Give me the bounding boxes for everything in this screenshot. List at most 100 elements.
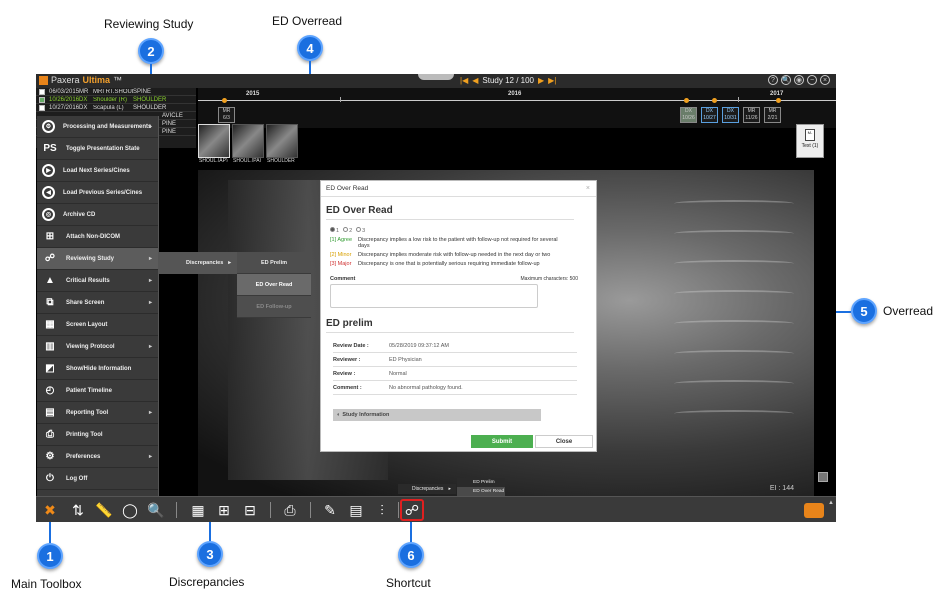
- shortcut-discrepancies-item[interactable]: Discrepancies ▸: [398, 484, 456, 494]
- report-edit-icon[interactable]: ✎: [320, 500, 340, 520]
- series-thumbnail[interactable]: SHOULDER: [266, 124, 298, 164]
- close-button[interactable]: Close: [535, 435, 593, 448]
- menu-item-preferences[interactable]: ⚙ Preferences ▸: [37, 446, 158, 468]
- severity-tag: [3] Major: [330, 261, 352, 267]
- main-toolbox-icon[interactable]: ✖: [40, 500, 60, 520]
- rib-shadow: [674, 350, 794, 357]
- drawer-handle[interactable]: [418, 74, 454, 80]
- prev-study-icon[interactable]: ◀: [472, 76, 478, 85]
- callout-badge-3: 3: [197, 541, 223, 567]
- menu-item-share-screen[interactable]: ⧉ Share Screen ▸: [37, 292, 158, 314]
- first-study-icon[interactable]: |◀: [460, 76, 468, 85]
- close-icon[interactable]: ×: [820, 75, 830, 85]
- ruler-icon[interactable]: 📏: [94, 500, 114, 520]
- menu-item-critical-results[interactable]: ▲ Critical Results ▸: [37, 270, 158, 292]
- card-modality: DX: [727, 108, 734, 114]
- timeline-study-card[interactable]: DX 10/26: [680, 107, 697, 123]
- study-checkbox[interactable]: [39, 104, 45, 111]
- timeline-year: 2015: [246, 91, 260, 97]
- study-checkbox[interactable]: [39, 88, 45, 95]
- menu-item-toggle-presentation-state[interactable]: PS Toggle Presentation State: [37, 138, 158, 160]
- next-study-icon[interactable]: ▶: [538, 76, 544, 85]
- menu-item-ed-prelim[interactable]: ED Prelim: [237, 252, 311, 274]
- dialog-close-icon[interactable]: ×: [586, 185, 590, 192]
- timeline-year: 2016: [508, 91, 522, 97]
- study-row[interactable]: 10/27/2016 DX Scapula (L) SHOULDER: [36, 104, 196, 112]
- report-view-icon[interactable]: ▤: [346, 500, 366, 520]
- timeline-study-card[interactable]: DX 10/27: [701, 107, 718, 123]
- submenu-discrepancies[interactable]: Discrepancies ▸: [159, 252, 237, 274]
- reviewing-study-shortcut-icon[interactable]: ☍: [400, 499, 424, 521]
- menu-item-screen-layout[interactable]: ▦ Screen Layout: [37, 314, 158, 336]
- printing-icon: ⎙: [46, 429, 54, 440]
- series-thumbnail[interactable]: SHOUL.(AP): [198, 124, 230, 164]
- menu-item-show-hide-information[interactable]: ◩ Show/Hide Information: [37, 358, 158, 380]
- settings-icon[interactable]: ◉: [794, 75, 804, 85]
- text-report-thumbnail[interactable]: M- Text (1): [796, 124, 824, 158]
- print-layout-icon[interactable]: ⎙: [280, 500, 300, 520]
- zoom-icon[interactable]: 🔍: [146, 500, 166, 520]
- timeline-study-card[interactable]: DX 10/31: [722, 107, 739, 123]
- timeline-study-card[interactable]: MR 2/21: [764, 107, 781, 123]
- expand-triangle-icon[interactable]: ▲: [828, 500, 834, 506]
- menu-item-patient-timeline[interactable]: ◴ Patient Timeline: [37, 380, 158, 402]
- menu-item-viewing-protocol[interactable]: ▥ Viewing Protocol ▸: [37, 336, 158, 358]
- menu-item-ed-over-read[interactable]: ED Over Read: [237, 274, 311, 296]
- chevron-right-icon: ▸: [148, 124, 152, 130]
- menu-item-label: Toggle Presentation State: [66, 145, 140, 152]
- series-thumbnail[interactable]: SHOUL.(PA): [232, 124, 264, 164]
- last-study-icon[interactable]: ▶|: [548, 76, 556, 85]
- chevron-right-icon: ▸: [148, 256, 152, 262]
- radio-option-1[interactable]: 1: [330, 227, 339, 234]
- menu-item-attach-non-dicom[interactable]: ⊞ Attach Non-DICOM: [37, 226, 158, 248]
- sort-arrows-icon[interactable]: ⇅: [68, 500, 88, 520]
- compare-layout-icon[interactable]: ⊞: [214, 500, 234, 520]
- layout-grid-icon[interactable]: ▦: [188, 500, 208, 520]
- preferences-icon: ⚙: [45, 451, 55, 462]
- submenu-ed-items: ED Prelim ED Over Read ED Follow-up: [237, 252, 311, 318]
- series-thumbnails: SHOUL.(AP) SHOUL.(PA) SHOULDER: [198, 122, 836, 164]
- menu-item-processing-and-measurements[interactable]: ⚙ Processing and Measurements ▸: [37, 116, 158, 138]
- timeline-study-card[interactable]: MR 6/3: [218, 107, 235, 123]
- submit-button[interactable]: Submit: [471, 435, 533, 448]
- menu-item-reviewing-study[interactable]: ☍ Reviewing Study ▸: [37, 248, 158, 270]
- spine-label-icon[interactable]: ⫶: [372, 500, 392, 520]
- search-icon[interactable]: 🔍: [781, 75, 791, 85]
- menu-item-load-previous-series-cines[interactable]: ◀ Load Previous Series/Cines: [37, 182, 158, 204]
- study-body-part: SPINE: [133, 88, 152, 95]
- radio-option-3[interactable]: 3: [356, 227, 365, 234]
- callout-label-discrepancies: Discrepancies: [169, 575, 245, 589]
- rib-shadow: [674, 230, 794, 237]
- study-row[interactable]: 06/03/2015 MR MRI RT.SHOUL... SPINE: [36, 88, 196, 96]
- circle-roi-icon[interactable]: ◯: [120, 500, 140, 520]
- timeline-study-card[interactable]: MR 11/26: [743, 107, 760, 123]
- radio-label: 3: [362, 228, 366, 234]
- comment-label: Comment: [330, 276, 356, 282]
- menu-item-log-off[interactable]: ⏻ Log Off: [37, 468, 158, 490]
- prelim-key: Reviewer :: [333, 356, 361, 363]
- comment-textarea[interactable]: [330, 284, 538, 308]
- series-layout-icon[interactable]: ⊟: [240, 500, 260, 520]
- study-row[interactable]: 10/26/2016 DX Shoulder (R) SHOULDER: [36, 96, 196, 104]
- viewport-corner-button[interactable]: [818, 472, 828, 482]
- menu-item-label: Log Off: [66, 475, 88, 482]
- shortcut-item-ed-over-read[interactable]: ED Over Read: [457, 487, 505, 496]
- menu-item-label: Show/Hide Information: [66, 365, 132, 372]
- radio-label: 2: [349, 228, 353, 234]
- study-information-toggle[interactable]: ◐ Study Information: [333, 409, 541, 421]
- study-checkbox[interactable]: [39, 96, 45, 103]
- menu-item-ed-follow-up[interactable]: ED Follow-up: [237, 296, 311, 318]
- menu-item-printing-tool[interactable]: ⎙ Printing Tool: [37, 424, 158, 446]
- help-icon[interactable]: ?: [768, 75, 778, 85]
- menu-item-reporting-tool[interactable]: ▤ Reporting Tool ▸: [37, 402, 158, 424]
- radio-option-2[interactable]: 2: [343, 227, 352, 234]
- attach-icon: ⊞: [45, 231, 55, 242]
- menu-item-label: Screen Layout: [66, 321, 108, 328]
- minimize-icon[interactable]: −: [807, 75, 817, 85]
- card-modality: DX: [685, 108, 692, 114]
- menu-item-label: Archive CD: [63, 211, 96, 218]
- menu-item-load-next-series-cines[interactable]: ▶ Load Next Series/Cines: [37, 160, 158, 182]
- menu-item-archive-cd[interactable]: ◎ Archive CD: [37, 204, 158, 226]
- shortcut-item-ed-prelim[interactable]: ED Prelim: [457, 478, 505, 487]
- comment-max-chars: Maximum characters: 500: [520, 276, 578, 282]
